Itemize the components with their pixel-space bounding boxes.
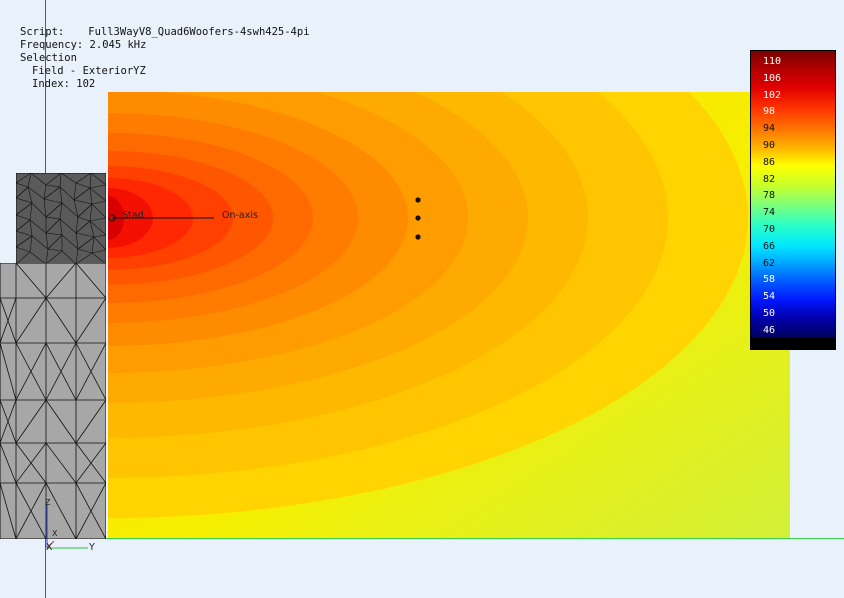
color-scale-tick: 58 — [763, 274, 776, 286]
axis-x-label: X — [46, 542, 53, 553]
frequency-row: Frequency: 2.045 kHz — [20, 39, 310, 52]
start-label: Stad — [122, 210, 144, 221]
selection-label: Selection — [20, 52, 77, 64]
axis-y-label: Y — [89, 542, 95, 553]
color-scale-tick: 110 — [763, 56, 782, 67]
color-scale-tick: 86 — [763, 156, 776, 168]
color-scale-tick: 82 — [763, 173, 776, 185]
color-scale-tick: 74 — [763, 207, 776, 219]
axis-z-label: Z — [45, 498, 51, 507]
script-row: Script: Full3WayV8_Quad6Woofers-4swh425-4… — [20, 26, 310, 39]
index-label: Index: 102 — [32, 78, 96, 90]
speaker-mesh-bottom[interactable] — [0, 263, 106, 539]
color-scale-legend: 110 106 102 98 94 90 86 82 78 74 70 66 62 58 54 50 46 — [750, 50, 836, 350]
frequency-value: 2.045 kHz — [89, 39, 147, 51]
script-name: Full3WayV8_Quad6Woofers-4swh425-4pi — [88, 26, 310, 38]
horizontal-axis-line — [45, 538, 844, 539]
pressure-field-plot[interactable] — [108, 92, 790, 538]
color-scale-tick: 98 — [763, 106, 776, 118]
speaker-mesh-top[interactable] — [16, 173, 106, 264]
color-scale-tick: 106 — [763, 72, 782, 84]
color-scale-tick: 50 — [763, 308, 776, 319]
color-scale-tick: 70 — [763, 224, 776, 235]
color-scale-labels: 110 106 102 98 94 90 86 82 78 74 70 66 62 58 54 50 46 — [751, 51, 835, 349]
color-scale-tick: 54 — [763, 291, 776, 303]
measurement-dot[interactable] — [415, 215, 421, 221]
script-key: Script: — [20, 26, 65, 38]
axis-x-small-label: X — [52, 529, 58, 538]
color-scale-tick: 66 — [763, 240, 776, 252]
info-panel: Script: Full3WayV8_Quad6Woofers-4swh425-4… — [20, 26, 310, 91]
frequency-key: Frequency: — [20, 39, 84, 51]
measurement-dot[interactable] — [415, 234, 421, 240]
on-axis-label: On-axis — [222, 210, 258, 221]
color-scale-tick: 102 — [763, 89, 782, 101]
color-scale-tick: 46 — [763, 324, 776, 336]
measurement-dot[interactable] — [415, 197, 421, 203]
color-scale-tick: 90 — [763, 140, 776, 151]
field-label: Field - ExteriorYZ — [32, 65, 146, 77]
field-svg — [108, 92, 790, 538]
color-scale-tick: 78 — [763, 190, 776, 202]
color-scale-tick: 62 — [763, 257, 776, 269]
color-scale-tick: 94 — [763, 123, 776, 135]
